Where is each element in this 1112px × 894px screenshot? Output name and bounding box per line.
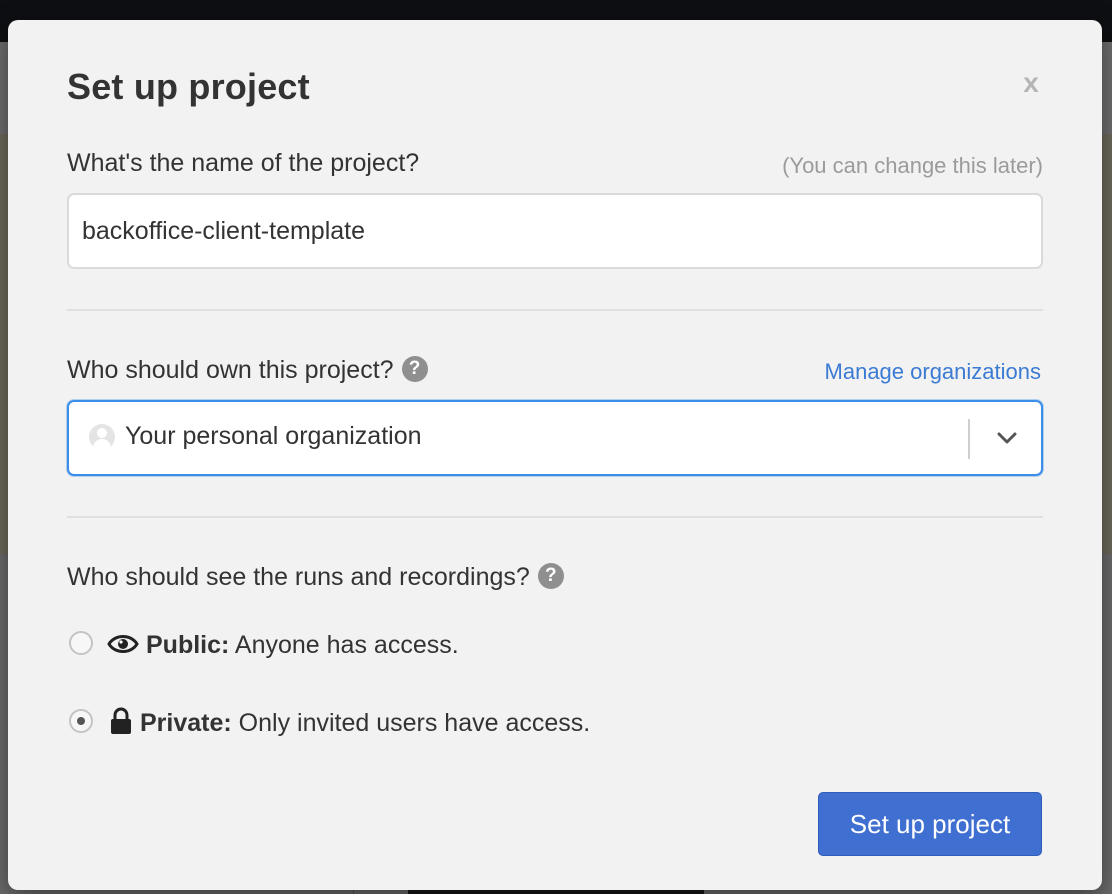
owner-label: Who should own this project? xyxy=(67,356,394,384)
public-option-text: Public: Anyone has access. xyxy=(146,631,459,660)
chevron-down-icon[interactable] xyxy=(995,426,1019,450)
radio-option-public[interactable]: Public: Anyone has access. xyxy=(67,629,487,659)
section-divider xyxy=(67,309,1043,311)
close-button[interactable]: x xyxy=(1016,68,1046,98)
project-name-hint: (You can change this later) xyxy=(782,153,1043,178)
project-name-label: What's the name of the project? xyxy=(67,149,420,177)
help-icon[interactable]: ? xyxy=(537,563,564,590)
public-radio[interactable] xyxy=(69,631,93,655)
modal-title: Set up project xyxy=(67,66,310,107)
section-divider xyxy=(67,516,1043,518)
avatar-icon xyxy=(89,424,115,450)
setup-project-modal: Set up project x What's the name of the … xyxy=(8,20,1102,890)
radio-option-private[interactable]: Private: Only invited users have access. xyxy=(67,707,627,737)
private-option-text: Private: Only invited users have access. xyxy=(140,709,590,738)
select-separator xyxy=(968,419,970,459)
private-radio[interactable] xyxy=(69,709,93,733)
visibility-label-row: Who should see the runs and recordings?? xyxy=(67,563,564,592)
public-option-name: Public: xyxy=(146,631,230,659)
manage-organizations-link[interactable]: Manage organizations xyxy=(825,359,1041,385)
help-icon[interactable]: ? xyxy=(401,356,428,383)
owner-select-value: Your personal organization xyxy=(125,422,422,450)
project-name-input[interactable] xyxy=(67,193,1043,269)
owner-label-row: Who should own this project?? xyxy=(67,356,428,385)
owner-select[interactable]: Your personal organization xyxy=(67,400,1043,476)
public-option-description: Anyone has access. xyxy=(234,631,459,659)
set-up-project-button[interactable]: Set up project xyxy=(818,792,1042,856)
eye-icon xyxy=(107,635,139,653)
private-option-description: Only invited users have access. xyxy=(238,709,591,737)
lock-icon xyxy=(111,707,131,734)
visibility-label: Who should see the runs and recordings? xyxy=(67,563,530,591)
private-option-name: Private: xyxy=(140,709,232,737)
